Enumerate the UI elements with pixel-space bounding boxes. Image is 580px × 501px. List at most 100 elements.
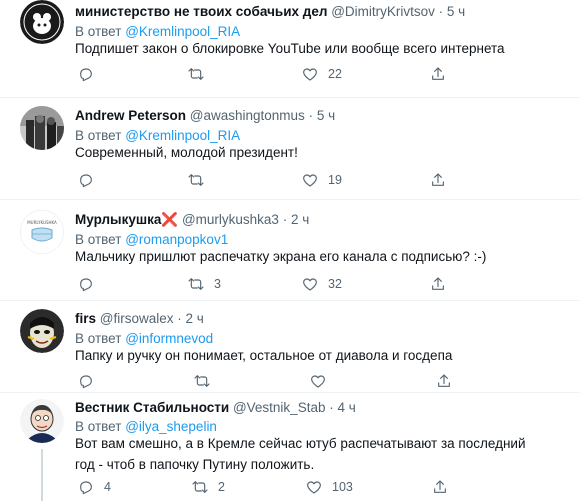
dog-logo-avatar[interactable] — [20, 0, 64, 44]
like-count: 22 — [328, 67, 342, 81]
like-count: 19 — [328, 173, 342, 187]
mask-logo-avatar[interactable]: MURLYKUSHKA — [20, 210, 64, 254]
reply-prefix: В ответ — [75, 419, 122, 434]
like-button[interactable]: 22 — [302, 66, 342, 82]
tweet-header: firs @firsowalex · 2 ч — [75, 311, 204, 326]
tweet-1[interactable]: министерство не твоих собачьих дел @Dimi… — [0, 0, 580, 95]
share-button[interactable] — [430, 172, 446, 188]
tweet-4[interactable]: firs @firsowalex · 2 ч В ответ @informne… — [0, 301, 580, 393]
author-name[interactable]: министерство не твоих собачьих дел — [75, 4, 327, 19]
author-handle[interactable]: @Vestnik_Stab — [233, 400, 326, 415]
action-bar: 19 — [0, 172, 580, 192]
share-icon — [432, 67, 444, 80]
author-handle[interactable]: @DimitryKrivtsov — [331, 4, 435, 19]
share-button[interactable] — [430, 276, 446, 292]
retweet-button[interactable] — [194, 373, 220, 389]
tweet-header: Andrew Peterson @awashingtonmus · 5 ч — [75, 108, 335, 123]
author-name[interactable]: Вестник Стабильности — [75, 400, 229, 415]
share-button[interactable] — [430, 66, 446, 82]
tweet-3[interactable]: MURLYKUSHKA Мурлыкушка❌ @murlykushka3 · … — [0, 200, 580, 300]
tweet-header: Мурлыкушка❌ @murlykushka3 · 2 ч — [75, 212, 309, 228]
reply-to-link[interactable]: @Kremlinpool_RIA — [125, 24, 240, 39]
author-handle[interactable]: @murlykushka3 — [182, 212, 279, 227]
tweet-5[interactable]: Вестник Стабильности @Vestnik_Stab · 4 ч… — [0, 393, 580, 501]
like-button[interactable]: 103 — [306, 479, 353, 495]
tweet-time[interactable]: · 5 ч — [439, 4, 466, 19]
retweet-button[interactable] — [188, 172, 214, 188]
tweet-time[interactable]: · 4 ч — [329, 400, 356, 415]
tweet-text: Современный, молодой президент! — [75, 145, 298, 160]
masked-face-avatar[interactable] — [20, 309, 64, 353]
reply-button[interactable] — [78, 172, 104, 188]
tweet-text: Папку и ручку он понимает, остальное от … — [75, 348, 453, 363]
share-button[interactable] — [436, 373, 452, 389]
tweet-text: Мальчику пришлют распечатку экрана его к… — [75, 249, 487, 264]
retweet-count: 2 — [218, 480, 225, 494]
heart-icon — [303, 278, 317, 291]
reply-to-link[interactable]: @romanpopkov1 — [125, 232, 228, 247]
reply-to-link[interactable]: @ilya_shepelin — [125, 419, 217, 434]
tweet-time[interactable]: · 2 ч — [177, 311, 204, 326]
reply-to-line: В ответ @romanpopkov1 — [75, 232, 228, 247]
tweet-time[interactable]: · 5 ч — [309, 108, 336, 123]
tweet-text-line: Вот вам смешно, а в Кремле сейчас ютуб р… — [75, 436, 526, 451]
tweet-header: министерство не твоих собачьих дел @Dimi… — [75, 4, 465, 19]
like-button[interactable]: 19 — [302, 172, 342, 188]
retweet-button[interactable] — [188, 66, 214, 82]
reply-prefix: В ответ — [75, 24, 122, 39]
reply-button[interactable] — [78, 373, 104, 389]
reply-prefix: В ответ — [75, 232, 122, 247]
author-handle[interactable]: @firsowalex — [100, 311, 174, 326]
cross-mark-icon: ❌ — [161, 212, 179, 227]
retweet-button[interactable]: 3 — [188, 276, 221, 292]
share-icon — [432, 173, 444, 186]
photo-avatar[interactable] — [20, 106, 64, 150]
retweet-icon — [194, 375, 210, 387]
action-bar: 22 — [0, 66, 580, 86]
share-icon — [438, 374, 450, 387]
reply-prefix: В ответ — [75, 331, 122, 346]
reply-button[interactable]: 4 — [78, 479, 111, 495]
action-bar: 4 2 103 — [0, 479, 580, 499]
share-icon — [434, 480, 446, 493]
reply-to-link[interactable]: @informnevod — [125, 331, 213, 346]
action-bar: 3 32 — [0, 276, 580, 296]
retweet-icon — [188, 278, 204, 290]
reply-icon — [80, 375, 92, 389]
retweet-count: 3 — [214, 277, 221, 291]
reply-icon — [80, 174, 92, 188]
reply-to-link[interactable]: @Kremlinpool_RIA — [125, 128, 240, 143]
reply-button[interactable] — [78, 276, 104, 292]
retweet-icon — [188, 174, 204, 186]
action-bar — [0, 373, 580, 393]
heart-icon — [303, 174, 317, 187]
reply-count: 4 — [104, 480, 111, 494]
heart-icon — [303, 68, 317, 81]
heart-icon — [311, 375, 325, 388]
tweet-time[interactable]: · 2 ч — [283, 212, 310, 227]
retweet-icon — [188, 68, 204, 80]
tweet-text: Вот вам смешно, а в Кремле сейчас ютуб р… — [75, 433, 555, 475]
retweet-icon — [192, 481, 208, 493]
caricature-avatar[interactable] — [20, 399, 64, 443]
reply-to-line: В ответ @Kremlinpool_RIA — [75, 24, 240, 39]
retweet-button[interactable]: 2 — [192, 479, 225, 495]
reply-to-line: В ответ @Kremlinpool_RIA — [75, 128, 240, 143]
tweet-text: Подпишет закон о блокировке YouTube или … — [75, 41, 505, 56]
svg-text:MURLYKUSHKA: MURLYKUSHKA — [27, 220, 57, 225]
reply-to-line: В ответ @ilya_shepelin — [75, 419, 217, 434]
author-name[interactable]: firs — [75, 311, 96, 326]
author-name[interactable]: Andrew Peterson — [75, 108, 186, 123]
reply-icon — [80, 481, 92, 495]
reply-prefix: В ответ — [75, 128, 122, 143]
like-count: 103 — [332, 480, 353, 494]
like-button[interactable] — [310, 373, 336, 389]
tweet-2[interactable]: Andrew Peterson @awashingtonmus · 5 ч В … — [0, 98, 580, 198]
reply-icon — [80, 278, 92, 292]
author-name[interactable]: Мурлыкушка — [75, 212, 161, 227]
author-handle[interactable]: @awashingtonmus — [190, 108, 305, 123]
reply-button[interactable] — [78, 66, 104, 82]
like-button[interactable]: 32 — [302, 276, 342, 292]
share-button[interactable] — [432, 479, 448, 495]
tweet-header: Вестник Стабильности @Vestnik_Stab · 4 ч — [75, 400, 356, 415]
